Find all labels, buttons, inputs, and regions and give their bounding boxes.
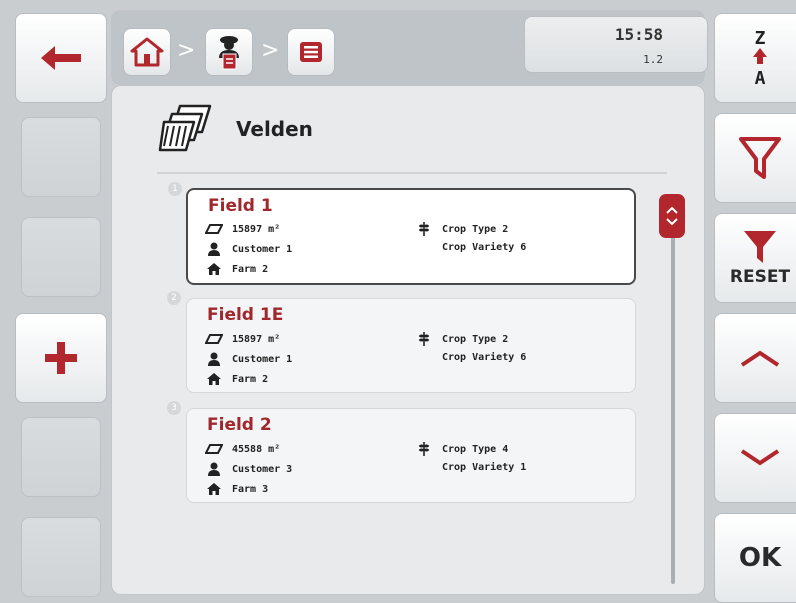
home-icon [130, 37, 164, 67]
scroll-grip-icon [666, 206, 678, 226]
breadcrumb-separator: > [261, 38, 280, 63]
field-customer: Customer 3 [232, 463, 293, 475]
sort-letter-top: Z [755, 28, 766, 49]
crop-icon [414, 332, 434, 346]
home-button[interactable] [123, 28, 171, 76]
customer-icon [204, 462, 224, 476]
add-button[interactable] [15, 313, 107, 403]
field-customer-row: Customer 1 [204, 242, 292, 256]
field-crop-type-row: Crop Type 4 [414, 442, 508, 456]
empty-softkey-left-3 [21, 217, 101, 297]
customer-icon [204, 242, 224, 256]
sort-button[interactable]: Z A [714, 13, 796, 103]
field-list-item[interactable]: 1 Field 1 15897 m² Customer 1 Farm 2 Cro… [168, 182, 636, 285]
field-crop-variety: Crop Variety 6 [442, 242, 527, 253]
chevron-down-icon [740, 449, 780, 466]
farm-icon [204, 372, 224, 386]
field-customer: Customer 1 [232, 353, 293, 365]
field-list-item[interactable]: 2 Field 1E 15897 m² Customer 1 Farm 2 Cr… [167, 291, 636, 393]
area-icon [204, 332, 224, 346]
empty-softkey-left-5 [21, 417, 101, 497]
field-name: Field 1E [207, 305, 284, 325]
filter-filled-icon [744, 231, 776, 263]
field-list-panel: Velden 1 Field 1 15897 m² Customer 1 Far… [111, 85, 705, 595]
menu-icon [300, 42, 322, 62]
field-name: Field 2 [207, 415, 272, 435]
sort-letter-bottom: A [755, 68, 766, 89]
menu-button[interactable] [287, 28, 335, 76]
arrow-left-icon [41, 46, 81, 70]
time-text: 15:58 [614, 25, 663, 44]
page-title: Velden [236, 117, 313, 141]
field-crop-variety: Crop Variety 1 [442, 462, 527, 473]
title-divider [157, 172, 667, 174]
area-icon [204, 442, 224, 456]
crop-icon [414, 222, 434, 236]
list-index-badge: 1 [168, 182, 182, 196]
area-icon [204, 222, 224, 236]
clock-display: 15:58 1.2 [524, 16, 708, 73]
plus-icon [45, 342, 77, 374]
chevron-up-icon [740, 350, 780, 367]
field-customer: Customer 1 [232, 243, 293, 255]
field-crop-variety: Crop Variety 6 [442, 352, 527, 363]
filter-button[interactable] [714, 113, 796, 203]
field-area: 45588 m² [232, 443, 281, 455]
scroll-down-button[interactable] [714, 413, 796, 503]
fields-icon [158, 104, 212, 152]
scrollbar-track[interactable] [671, 196, 675, 584]
list-index-badge: 2 [167, 291, 181, 305]
filter-icon [739, 137, 781, 179]
field-farm-row: Farm 3 [204, 482, 268, 496]
back-button[interactable] [15, 13, 107, 103]
field-area: 15897 m² [232, 223, 281, 235]
field-crop-type: Crop Type 2 [442, 223, 509, 235]
field-farm-row: Farm 2 [204, 262, 268, 276]
field-farm: Farm 3 [232, 483, 269, 495]
field-farm: Farm 2 [232, 263, 269, 275]
reset-filter-button[interactable]: RESET [714, 213, 796, 303]
scrollbar-thumb[interactable] [659, 194, 685, 238]
field-list-item[interactable]: 3 Field 2 45588 m² Customer 3 Farm 3 Cro… [167, 401, 636, 503]
field-customer-row: Customer 1 [204, 352, 292, 366]
field-crop-variety-row: Crop Variety 1 [442, 462, 526, 473]
sort-z-a-icon: Z A [753, 28, 767, 89]
field-crop-variety-row: Crop Variety 6 [442, 242, 526, 253]
crop-icon [414, 442, 434, 456]
field-farm: Farm 2 [232, 373, 269, 385]
farm-icon [204, 482, 224, 496]
breadcrumb-separator: > [177, 38, 196, 63]
field-crop-type-row: Crop Type 2 [414, 332, 508, 346]
ok-label: OK [738, 543, 782, 573]
field-area-row: 15897 m² [204, 332, 280, 346]
field-crop-variety-row: Crop Variety 6 [442, 352, 526, 363]
farm-icon [204, 262, 224, 276]
field-crop-type: Crop Type 2 [442, 333, 509, 345]
farmer-document-button[interactable] [205, 28, 253, 76]
customer-icon [204, 352, 224, 366]
version-text: 1.2 [643, 53, 663, 66]
field-customer-row: Customer 3 [204, 462, 292, 476]
scroll-up-button[interactable] [714, 313, 796, 403]
empty-softkey-left-6 [21, 517, 101, 597]
farmer-document-icon [219, 36, 239, 70]
empty-softkey-left-2 [21, 117, 101, 197]
ok-button[interactable]: OK [714, 513, 796, 603]
field-area-row: 45588 m² [204, 442, 280, 456]
field-area-row: 15897 m² [204, 222, 280, 236]
field-name: Field 1 [208, 196, 273, 216]
list-index-badge: 3 [167, 401, 181, 415]
field-farm-row: Farm 2 [204, 372, 268, 386]
field-crop-type: Crop Type 4 [442, 443, 509, 455]
field-crop-type-row: Crop Type 2 [414, 222, 508, 236]
field-area: 15897 m² [232, 333, 281, 345]
reset-label: RESET [729, 267, 791, 287]
